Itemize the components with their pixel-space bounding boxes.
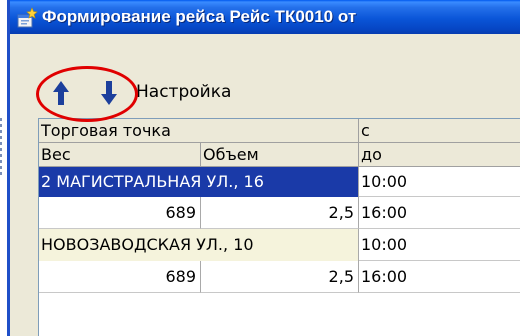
grid-cell-to[interactable]: 16:00 bbox=[359, 261, 520, 293]
column-header-from[interactable]: с bbox=[359, 119, 520, 143]
arrow-up-icon bbox=[53, 81, 69, 105]
routes-grid[interactable]: Торговая точка с Вес Объем до 2 МАГИСТРА… bbox=[38, 118, 520, 336]
dialog-window: Формирование рейса Рейс ТК0010 от Настро… bbox=[7, 0, 520, 336]
form-window-icon bbox=[17, 7, 38, 28]
title-bar[interactable]: Формирование рейса Рейс ТК0010 от bbox=[10, 0, 520, 34]
column-header-to[interactable]: до bbox=[359, 143, 520, 167]
grid-cell-volume[interactable]: 2,5 bbox=[201, 261, 359, 293]
column-header-volume[interactable]: Объем bbox=[201, 143, 359, 167]
grid-cell-volume[interactable]: 2,5 bbox=[201, 197, 359, 229]
grid-cell-from[interactable]: 10:00 bbox=[359, 167, 520, 197]
toolbar: Настройка bbox=[32, 72, 512, 112]
column-header-weight[interactable]: Вес bbox=[39, 143, 201, 167]
grid-cell-weight[interactable]: 689 bbox=[39, 261, 201, 293]
grid-cell-weight[interactable]: 689 bbox=[39, 197, 201, 229]
column-header-point[interactable]: Торговая точка bbox=[39, 119, 359, 143]
arrow-down-icon bbox=[101, 81, 117, 105]
settings-button[interactable]: Настройка bbox=[136, 82, 231, 102]
grid-cell-point[interactable]: 2 МАГИСТРАЛЬНАЯ УЛ., 16 bbox=[39, 167, 359, 197]
grid-cell-from[interactable]: 10:00 bbox=[359, 229, 520, 261]
window-title: Формирование рейса Рейс ТК0010 от bbox=[42, 7, 357, 26]
move-up-button[interactable] bbox=[48, 78, 74, 108]
grid-cell-point[interactable]: НОВОЗАВОДСКАЯ УЛ., 10 bbox=[39, 229, 359, 261]
background-dashed-line bbox=[0, 118, 2, 178]
grid-cell-to[interactable]: 16:00 bbox=[359, 197, 520, 229]
move-down-button[interactable] bbox=[96, 78, 122, 108]
